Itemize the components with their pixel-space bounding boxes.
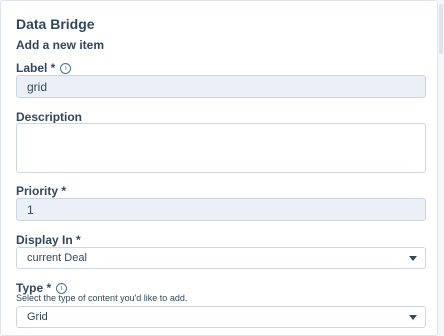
info-icon[interactable]: i [60, 62, 72, 74]
form-panel: Data Bridge Add a new item Label * i Des… [0, 0, 438, 336]
label-field-text: Label * [16, 61, 56, 75]
chevron-down-icon [409, 315, 417, 320]
description-field-label: Description [16, 110, 82, 124]
label-input[interactable] [16, 75, 426, 98]
info-icon[interactable]: i [56, 282, 68, 294]
type-select[interactable]: Grid [16, 306, 426, 328]
form-subtitle: Add a new item [16, 38, 105, 52]
scrollbar-thumb[interactable] [439, 4, 443, 54]
display-in-field-label: Display In * [16, 233, 81, 247]
type-value: Grid [27, 311, 48, 323]
priority-field-text: Priority * [16, 184, 67, 198]
description-field-text: Description [16, 110, 83, 124]
type-help-text: Select the type of content you'd like to… [16, 293, 188, 303]
display-in-select[interactable]: current Deal [16, 247, 426, 269]
display-in-value: current Deal [27, 252, 87, 264]
panel-title: Data Bridge [16, 16, 95, 32]
description-textarea[interactable] [16, 123, 426, 173]
chevron-down-icon [409, 256, 417, 261]
display-in-field-text: Display In * [16, 233, 81, 247]
scrollbar-track[interactable] [438, 0, 444, 336]
label-field-label: Label * i [16, 61, 72, 75]
priority-field-label: Priority * [16, 184, 66, 198]
priority-input[interactable] [16, 198, 426, 221]
